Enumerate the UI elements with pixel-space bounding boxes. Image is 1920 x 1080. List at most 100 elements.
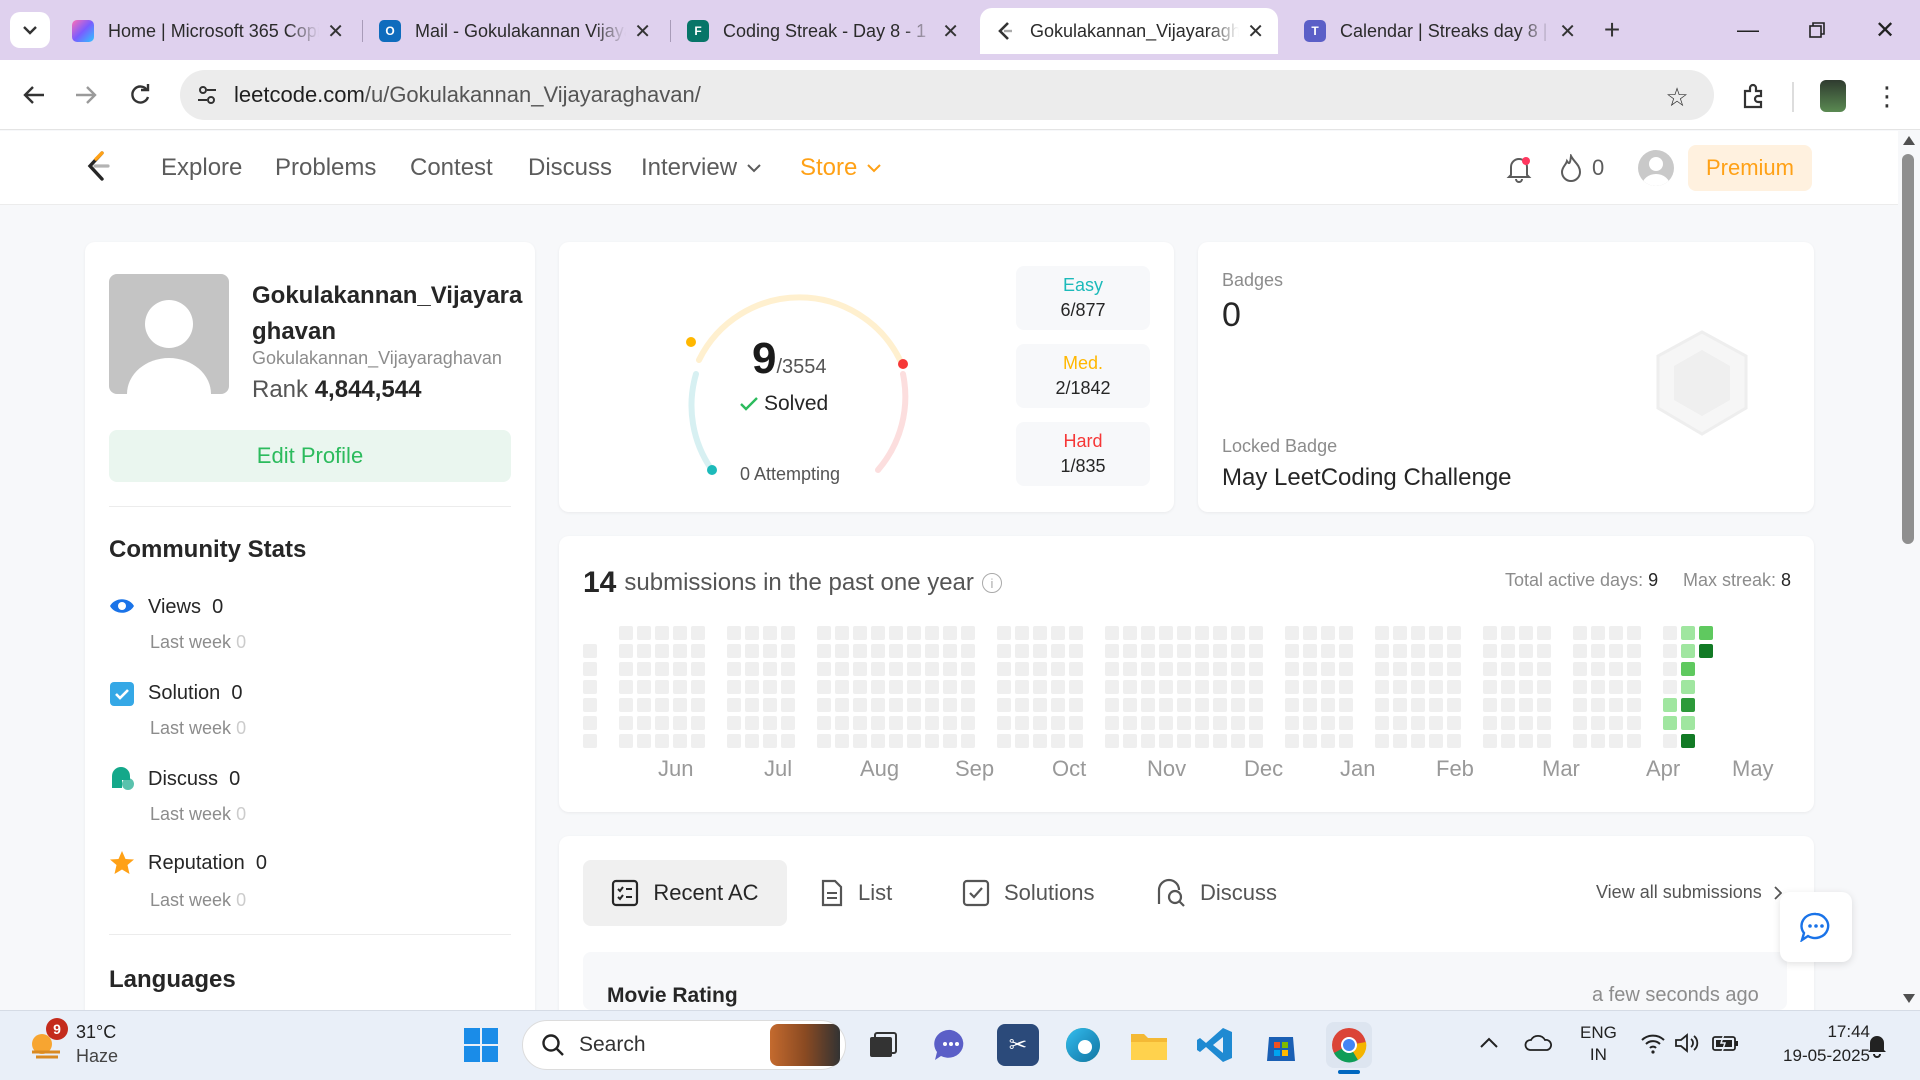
heatmap-cell[interactable] bbox=[1321, 626, 1335, 640]
chrome-icon[interactable] bbox=[1326, 1022, 1372, 1068]
heatmap-cell[interactable] bbox=[853, 680, 867, 694]
heatmap-cell[interactable] bbox=[1609, 644, 1623, 658]
heatmap-cell[interactable] bbox=[853, 662, 867, 676]
heatmap-cell[interactable] bbox=[1051, 734, 1065, 748]
heatmap-cell[interactable] bbox=[1231, 734, 1245, 748]
heatmap-cell[interactable] bbox=[1159, 644, 1173, 658]
tab-discuss[interactable]: Discuss bbox=[1156, 860, 1277, 926]
heatmap-cell[interactable] bbox=[637, 716, 651, 730]
heatmap-cell[interactable] bbox=[997, 662, 1011, 676]
heatmap-cell[interactable] bbox=[1501, 644, 1515, 658]
heatmap-cell[interactable] bbox=[907, 698, 921, 712]
heatmap-cell[interactable] bbox=[655, 734, 669, 748]
clock[interactable]: 17:44 19-05-2025 bbox=[1760, 1020, 1870, 1068]
heatmap-cell[interactable] bbox=[1033, 680, 1047, 694]
heatmap-cell[interactable] bbox=[1375, 734, 1389, 748]
heatmap-cell[interactable] bbox=[871, 698, 885, 712]
heatmap-cell[interactable] bbox=[1627, 680, 1641, 694]
heatmap-cell[interactable] bbox=[1591, 680, 1605, 694]
heatmap-cell[interactable] bbox=[1285, 680, 1299, 694]
bookmark-star-icon[interactable]: ☆ bbox=[1660, 80, 1694, 114]
heatmap-cell[interactable] bbox=[1627, 644, 1641, 658]
heatmap-cell[interactable] bbox=[1429, 734, 1443, 748]
heatmap-cell[interactable] bbox=[871, 680, 885, 694]
heatmap-cell[interactable] bbox=[907, 662, 921, 676]
heatmap-cell[interactable] bbox=[619, 626, 633, 640]
heatmap-cell[interactable] bbox=[1177, 734, 1191, 748]
heatmap-cell[interactable] bbox=[1681, 698, 1695, 712]
heatmap-cell[interactable] bbox=[781, 716, 795, 730]
heatmap-cell[interactable] bbox=[1447, 716, 1461, 730]
heatmap-cell[interactable] bbox=[1627, 716, 1641, 730]
heatmap-cell[interactable] bbox=[1195, 716, 1209, 730]
vscode-icon[interactable] bbox=[1194, 1024, 1236, 1066]
heatmap-cell[interactable] bbox=[871, 662, 885, 676]
extensions-icon[interactable] bbox=[1736, 78, 1772, 114]
heatmap-cell[interactable] bbox=[1159, 698, 1173, 712]
scroll-down-arrow[interactable] bbox=[1903, 994, 1915, 1003]
heatmap-cell[interactable] bbox=[1609, 680, 1623, 694]
heatmap-cell[interactable] bbox=[691, 734, 705, 748]
heatmap-cell[interactable] bbox=[961, 662, 975, 676]
heatmap-cell[interactable] bbox=[1069, 698, 1083, 712]
heatmap-cell[interactable] bbox=[1411, 644, 1425, 658]
heatmap-cell[interactable] bbox=[1447, 698, 1461, 712]
heatmap-cell[interactable] bbox=[1123, 734, 1137, 748]
heatmap-cell[interactable] bbox=[1195, 626, 1209, 640]
heatmap-cell[interactable] bbox=[745, 680, 759, 694]
heatmap-cell[interactable] bbox=[1393, 734, 1407, 748]
heatmap-cell[interactable] bbox=[1429, 662, 1443, 676]
heatmap-cell[interactable] bbox=[1303, 644, 1317, 658]
heatmap-cell[interactable] bbox=[1591, 716, 1605, 730]
heatmap-cell[interactable] bbox=[1195, 734, 1209, 748]
heatmap-cell[interactable] bbox=[997, 734, 1011, 748]
heatmap-cell[interactable] bbox=[1231, 698, 1245, 712]
heatmap-cell[interactable] bbox=[1429, 626, 1443, 640]
heatmap-cell[interactable] bbox=[1141, 734, 1155, 748]
heatmap-cell[interactable] bbox=[1519, 644, 1533, 658]
heatmap-cell[interactable] bbox=[1663, 716, 1677, 730]
heatmap-cell[interactable] bbox=[637, 698, 651, 712]
heatmap-cell[interactable] bbox=[1663, 734, 1677, 748]
heatmap-cell[interactable] bbox=[1501, 626, 1515, 640]
heatmap-cell[interactable] bbox=[1411, 716, 1425, 730]
heatmap-cell[interactable] bbox=[1483, 626, 1497, 640]
heatmap-cell[interactable] bbox=[1231, 716, 1245, 730]
heatmap-cell[interactable] bbox=[1609, 716, 1623, 730]
heatmap-cell[interactable] bbox=[1429, 680, 1443, 694]
heatmap-cell[interactable] bbox=[817, 626, 831, 640]
heatmap-cell[interactable] bbox=[961, 734, 975, 748]
heatmap-cell[interactable] bbox=[889, 698, 903, 712]
more-menu-icon[interactable]: ⋮ bbox=[1872, 78, 1902, 114]
heatmap-cell[interactable] bbox=[763, 662, 777, 676]
heatmap-cell[interactable] bbox=[1105, 716, 1119, 730]
heatmap-cell[interactable] bbox=[889, 626, 903, 640]
heatmap-cell[interactable] bbox=[1105, 698, 1119, 712]
heatmap-cell[interactable] bbox=[1519, 716, 1533, 730]
heatmap-cell[interactable] bbox=[1447, 644, 1461, 658]
heatmap-cell[interactable] bbox=[1375, 626, 1389, 640]
heatmap-cell[interactable] bbox=[1411, 734, 1425, 748]
heatmap-cell[interactable] bbox=[1339, 680, 1353, 694]
heatmap-cell[interactable] bbox=[943, 626, 957, 640]
heatmap-cell[interactable] bbox=[925, 662, 939, 676]
heatmap-cell[interactable] bbox=[727, 644, 741, 658]
heatmap-cell[interactable] bbox=[745, 644, 759, 658]
heatmap-cell[interactable] bbox=[835, 698, 849, 712]
heatmap-cell[interactable] bbox=[1285, 734, 1299, 748]
heatmap-cell[interactable] bbox=[1501, 680, 1515, 694]
snipping-tool-icon[interactable]: ✂ bbox=[997, 1024, 1039, 1066]
heatmap-cell[interactable] bbox=[1033, 716, 1047, 730]
heatmap-cell[interactable] bbox=[1033, 734, 1047, 748]
heatmap-cell[interactable] bbox=[619, 734, 633, 748]
heatmap-cell[interactable] bbox=[1681, 662, 1695, 676]
heatmap-cell[interactable] bbox=[727, 716, 741, 730]
heatmap-cell[interactable] bbox=[961, 698, 975, 712]
heatmap-cell[interactable] bbox=[1321, 662, 1335, 676]
heatmap-cell[interactable] bbox=[1159, 716, 1173, 730]
heatmap-cell[interactable] bbox=[1447, 734, 1461, 748]
heatmap-cell[interactable] bbox=[1393, 716, 1407, 730]
heatmap-cell[interactable] bbox=[1339, 698, 1353, 712]
heatmap-cell[interactable] bbox=[1699, 626, 1713, 640]
heatmap-cell[interactable] bbox=[835, 626, 849, 640]
